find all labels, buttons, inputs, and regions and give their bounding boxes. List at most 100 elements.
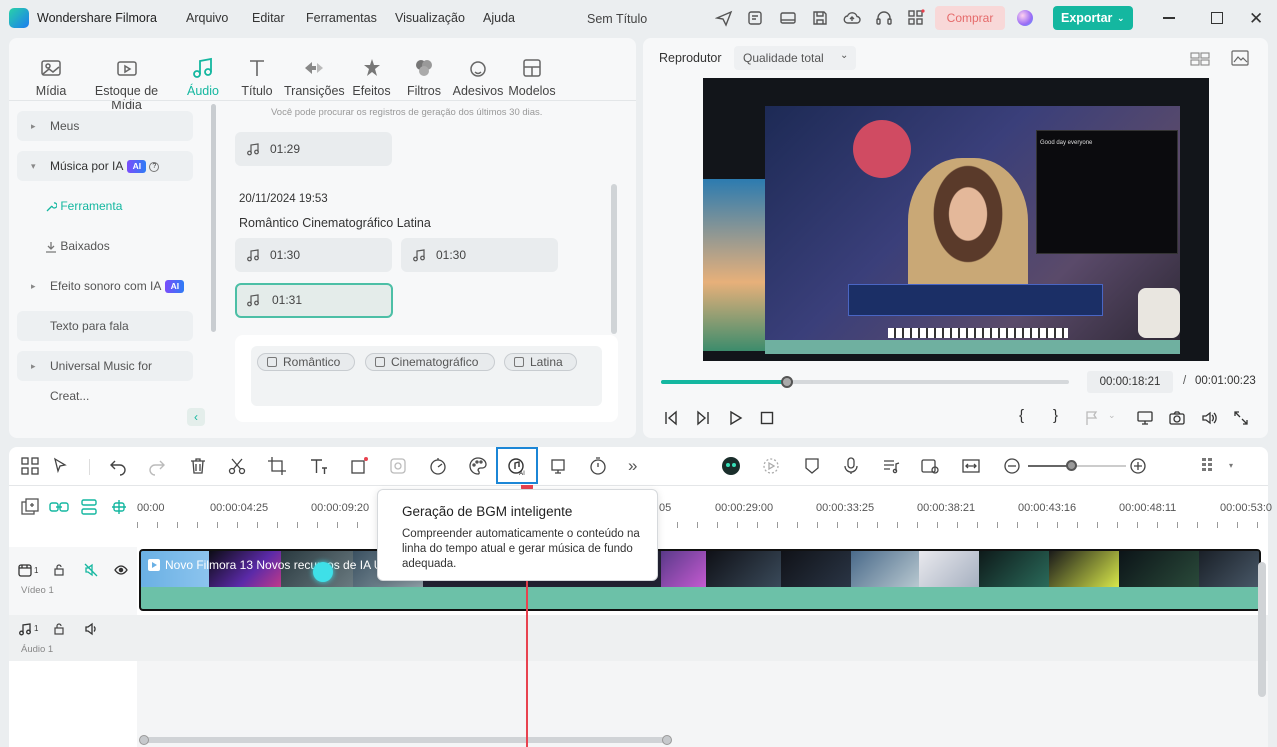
magnet-icon[interactable]: [109, 497, 129, 517]
zoom-out-icon[interactable]: [1002, 456, 1022, 476]
menu-visualizacao[interactable]: Visualização: [395, 11, 465, 25]
marker-icon[interactable]: [1083, 409, 1101, 427]
help-icon[interactable]: ?: [149, 161, 160, 172]
prev-frame-icon[interactable]: [662, 409, 680, 427]
volume-icon[interactable]: [1200, 409, 1218, 427]
zoom-slider-track[interactable]: [1028, 465, 1126, 467]
tab-filtros[interactable]: Filtros: [399, 56, 449, 98]
history-scrollbar[interactable]: [611, 184, 617, 334]
sidebar-item-efeito-sonoro[interactable]: ▸Efeito sonoro com IAAI?: [17, 271, 193, 322]
zoom-slider-handle[interactable]: [1066, 460, 1077, 471]
maximize-icon[interactable]: [1211, 12, 1223, 24]
video-preview[interactable]: Good day everyone: [703, 78, 1209, 361]
sidebar-item-musica-ia[interactable]: ▾ Música por IA AI?: [17, 151, 193, 181]
lock-icon[interactable]: [53, 564, 65, 576]
speaker-icon[interactable]: [84, 622, 98, 636]
ai-bgm-icon[interactable]: AI: [507, 456, 527, 476]
chevron-down-icon[interactable]: ▾: [1229, 461, 1233, 470]
sidebar-item-universal[interactable]: ▸ Universal Music for Creat...: [17, 351, 193, 403]
undo-icon[interactable]: [108, 456, 128, 476]
layout-grid-icon[interactable]: [20, 456, 40, 476]
send-icon[interactable]: [715, 9, 733, 27]
media-settings-icon[interactable]: [920, 456, 940, 476]
audio-list-icon[interactable]: [881, 456, 901, 476]
tab-titulo[interactable]: Título: [232, 56, 282, 98]
ai-tool-disabled-icon[interactable]: [388, 456, 408, 476]
media-log-icon[interactable]: [747, 9, 765, 27]
link-icon[interactable]: [49, 497, 69, 517]
apps-grid-icon[interactable]: [907, 9, 925, 27]
audio-chip[interactable]: 01:29: [235, 132, 392, 166]
speed-icon[interactable]: [428, 456, 448, 476]
tab-efeitos[interactable]: Efeitos: [344, 56, 399, 98]
lock-icon[interactable]: [53, 623, 65, 635]
fullscreen-icon[interactable]: [1232, 409, 1250, 427]
shape-icon[interactable]: [349, 456, 369, 476]
tab-transicoes[interactable]: Transições: [284, 56, 345, 98]
tag-latina[interactable]: Latina: [504, 353, 577, 371]
timeline-horizontal-scrollbar[interactable]: [139, 735, 672, 745]
buy-button[interactable]: Comprar: [935, 6, 1005, 30]
layout-icon[interactable]: [779, 9, 797, 27]
text-tool-icon[interactable]: [308, 456, 328, 476]
export-button[interactable]: Exportar ⌄: [1053, 6, 1133, 30]
tab-audio[interactable]: Áudio: [174, 56, 232, 98]
sidebar-item-ferramenta[interactable]: Ferramenta: [45, 199, 122, 213]
crop-icon[interactable]: [267, 456, 287, 476]
more-tools-icon[interactable]: »: [628, 456, 648, 476]
fit-timeline-icon[interactable]: [961, 456, 981, 476]
menu-editar[interactable]: Editar: [252, 11, 285, 25]
render-preview-icon[interactable]: [761, 456, 781, 476]
tab-midia[interactable]: Mídia: [21, 56, 81, 98]
add-track-icon[interactable]: [20, 497, 40, 517]
eye-icon[interactable]: [114, 564, 128, 576]
menu-ajuda[interactable]: Ajuda: [483, 11, 515, 25]
ai-portrait-icon[interactable]: [549, 456, 569, 476]
track-align-icon[interactable]: [79, 497, 99, 517]
stop-icon[interactable]: [758, 409, 776, 427]
delete-icon[interactable]: [188, 456, 208, 476]
tab-modelos[interactable]: Modelos: [506, 56, 558, 98]
sidebar-scrollbar[interactable]: [211, 104, 216, 332]
collapse-sidebar-icon[interactable]: ‹: [187, 408, 205, 426]
ai-credits-icon[interactable]: [1017, 10, 1033, 26]
menu-ferramentas[interactable]: Ferramentas: [306, 11, 377, 25]
next-frame-icon[interactable]: [694, 409, 712, 427]
timer-icon[interactable]: [588, 456, 608, 476]
redo-icon[interactable]: [147, 456, 167, 476]
menu-arquivo[interactable]: Arquivo: [186, 11, 228, 25]
ai-copilot-icon[interactable]: [722, 457, 740, 475]
quality-select[interactable]: Qualidade total ⌄: [734, 46, 856, 70]
timeline-vertical-scrollbar[interactable]: [1258, 562, 1266, 697]
tab-estoque[interactable]: Estoque de Mídia: [79, 56, 174, 112]
tab-adesivos[interactable]: Adesivos: [449, 56, 507, 98]
scissors-icon[interactable]: [227, 456, 247, 476]
select-pointer-icon[interactable]: [51, 456, 71, 476]
tag-cinematografico[interactable]: Cinematográfico: [365, 353, 495, 371]
video-clip[interactable]: Novo Filmora 13 Novos recursos de IA U: [139, 549, 1261, 611]
audio-chip[interactable]: 01:30: [235, 238, 392, 272]
snapshot-view-icon[interactable]: [1231, 50, 1249, 66]
close-icon[interactable]: ✕: [1249, 9, 1263, 29]
camera-icon[interactable]: [1168, 409, 1186, 427]
zoom-in-icon[interactable]: [1128, 456, 1148, 476]
compare-view-icon[interactable]: [1190, 52, 1210, 66]
audio-chip[interactable]: 01:30: [401, 238, 558, 272]
headset-icon[interactable]: [875, 9, 893, 27]
mute-speaker-icon[interactable]: [84, 563, 98, 577]
display-icon[interactable]: [1136, 409, 1154, 427]
cloud-upload-icon[interactable]: [843, 9, 861, 27]
sidebar-item-texto-fala[interactable]: Texto para fala: [17, 311, 193, 341]
play-icon[interactable]: [726, 409, 744, 427]
shield-icon[interactable]: [802, 456, 822, 476]
audio-chip-selected[interactable]: 01:31: [235, 283, 393, 318]
microphone-icon[interactable]: [841, 456, 861, 476]
progress-handle[interactable]: [781, 376, 794, 388]
timeline-menu-icon[interactable]: [1199, 456, 1219, 476]
sidebar-item-baixados[interactable]: Baixados: [45, 239, 110, 253]
minimize-icon[interactable]: [1163, 17, 1175, 19]
timeline-ruler[interactable]: [137, 486, 1268, 534]
mark-out-icon[interactable]: }: [1053, 407, 1058, 424]
tag-romantico[interactable]: Romântico: [257, 353, 355, 371]
save-icon[interactable]: [811, 9, 829, 27]
